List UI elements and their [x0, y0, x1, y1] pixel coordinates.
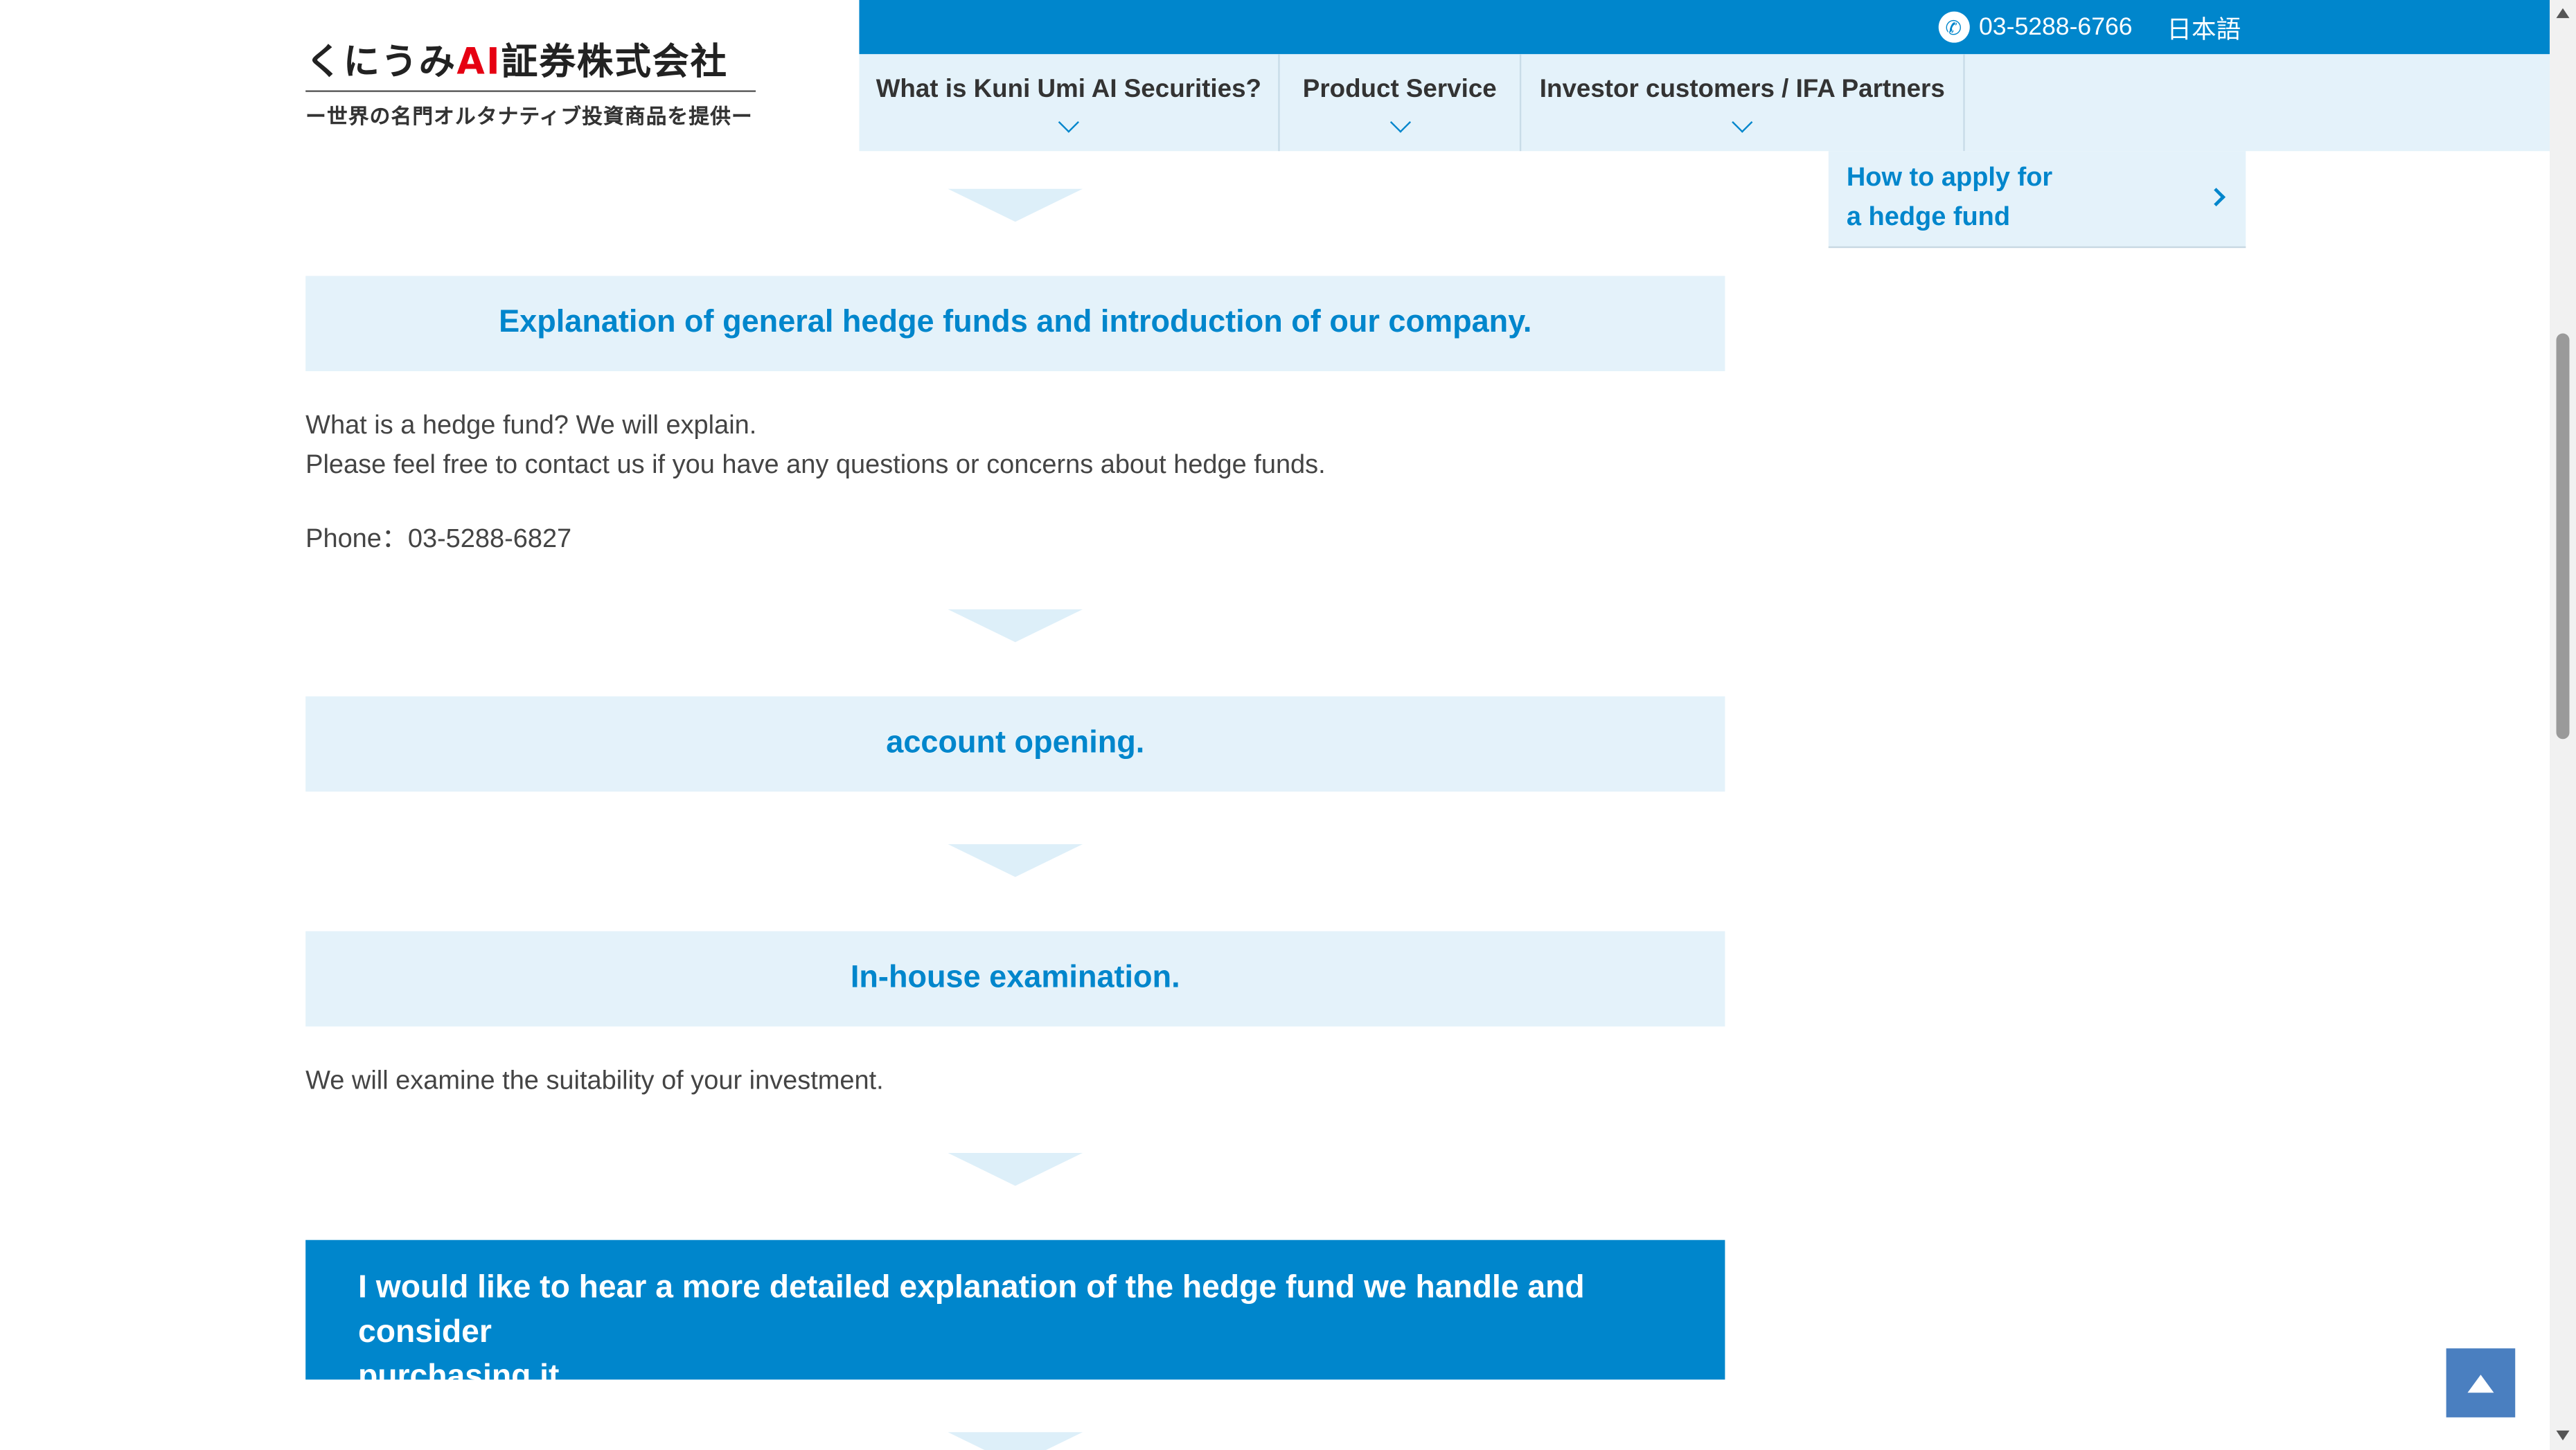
header-phone-number: 03-5288-6766 [1979, 12, 2133, 42]
step-title: account opening. [886, 726, 1145, 761]
sidebar-link-line2: a hedge fund [1846, 204, 2011, 232]
step-title: In-house examination. [850, 960, 1180, 996]
back-to-top-button[interactable] [2446, 1348, 2516, 1417]
cta-line1: I would like to hear a more detailed exp… [358, 1269, 1585, 1350]
scrollbar-thumb[interactable] [2556, 333, 2570, 740]
step-description: What is a hedge fund? We will explain. P… [305, 407, 1326, 486]
scrollbar[interactable] [2550, 0, 2576, 1450]
flow-arrow-icon [948, 1153, 1083, 1186]
detailed-explanation-cta[interactable]: I would like to hear a more detailed exp… [305, 1239, 1725, 1395]
nav-item-investors[interactable]: Investor customers / IFA Partners [1521, 54, 1965, 152]
nav-item-label: Investor customers / IFA Partners [1539, 75, 1945, 104]
nav-item-about[interactable]: What is Kuni Umi AI Securities? [859, 54, 1280, 152]
step-text-line: What is a hedge fund? We will explain. [305, 412, 757, 440]
top-bar: ✆ 03-5288-6766 日本語 [859, 0, 2550, 55]
sidebar-link-label: How to apply for a hedge fund [1847, 159, 2175, 238]
chevron-down-icon [1389, 111, 1410, 133]
scroll-down-icon[interactable] [2556, 1430, 2570, 1441]
arrow-up-icon [2467, 1374, 2494, 1393]
step-title: Explanation of general hedge funds and i… [499, 305, 1532, 340]
chevron-down-icon [1058, 111, 1079, 133]
sidebar-link-line1: How to apply for [1846, 164, 2053, 193]
chevron-down-icon [1732, 111, 1753, 133]
logo-ai: AI [456, 42, 501, 84]
header-phone[interactable]: ✆ 03-5288-6766 [1937, 11, 2133, 43]
page: くにうみAI証券株式会社 ー世界の名門オルタナティブ投資商品を提供ー ✆ 03-… [0, 0, 2576, 1450]
chevron-right-icon [2207, 188, 2226, 207]
step-heading: account opening. [305, 696, 1725, 792]
flow-arrow-icon [948, 609, 1083, 643]
step-heading: In-house examination. [305, 931, 1725, 1027]
cta-line2: purchasing it. [358, 1358, 569, 1395]
step-phone: Phone：03-5288-6827 [305, 525, 572, 554]
logo-tagline: ー世界の名門オルタナティブ投資商品を提供ー [305, 103, 753, 129]
main-nav: What is Kuni Umi AI Securities? Product … [859, 54, 2550, 152]
language-switch[interactable]: 日本語 [2167, 12, 2241, 46]
logo-suffix: 証券株式会社 [501, 42, 729, 84]
sidebar-link-how-to-apply[interactable]: How to apply for a hedge fund [1828, 151, 2246, 249]
flow-arrow-icon [948, 1432, 1083, 1450]
step-text-line: Please feel free to contact us if you ha… [305, 451, 1326, 480]
flow-arrow-icon [948, 188, 1083, 222]
logo-title: くにうみAI証券株式会社 [305, 33, 756, 92]
logo-prefix: くにうみ [305, 42, 457, 84]
phone-icon: ✆ [1937, 11, 1969, 43]
nav-item-label: What is Kuni Umi AI Securities? [876, 75, 1261, 104]
company-logo[interactable]: くにうみAI証券株式会社 ー世界の名門オルタナティブ投資商品を提供ー [305, 33, 756, 129]
nav-item-label: Product Service [1302, 75, 1497, 104]
scroll-up-icon[interactable] [2556, 8, 2570, 19]
flow-arrow-icon [948, 844, 1083, 877]
step-heading: Explanation of general hedge funds and i… [305, 276, 1725, 372]
nav-item-product-service[interactable]: Product Service [1280, 54, 1522, 152]
step-description: We will examine the suitability of your … [305, 1067, 884, 1095]
